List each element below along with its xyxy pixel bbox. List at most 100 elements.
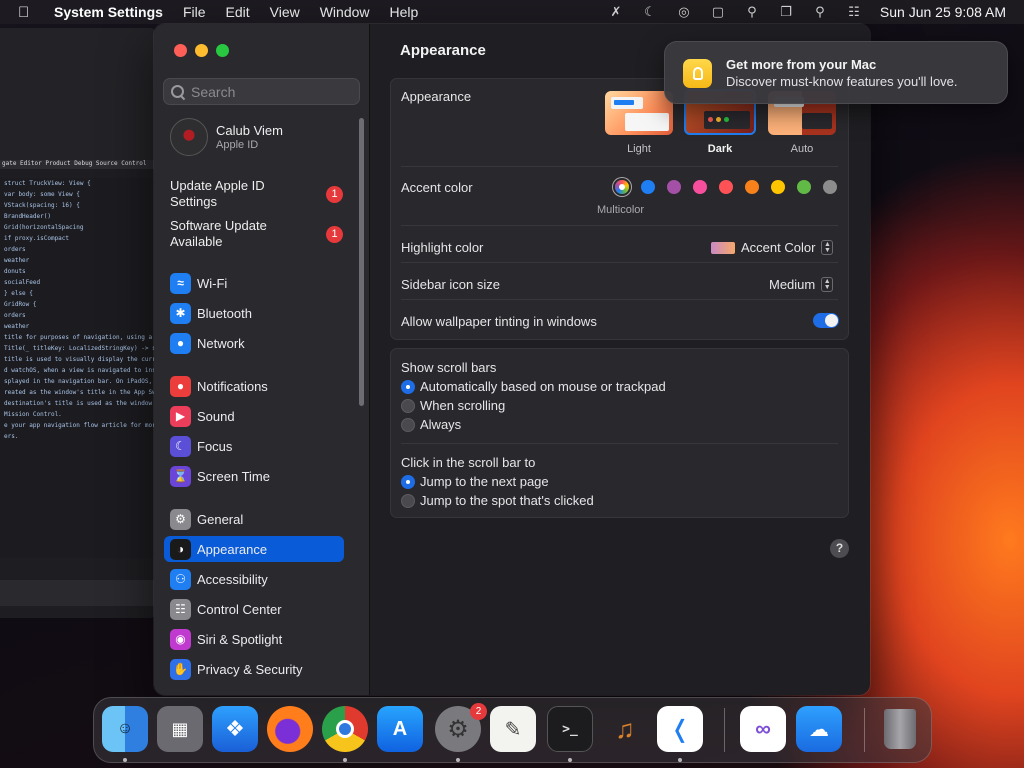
sidebar-search[interactable] — [163, 78, 360, 105]
sidebar-icon-size-value: Medium — [769, 277, 816, 292]
menu-window[interactable]: Window — [320, 4, 370, 20]
menu-clock[interactable]: Sun Jun 25 9:08 AM — [880, 4, 1006, 20]
scroll-when-scrolling-radio[interactable] — [401, 399, 415, 413]
click-next-page-label[interactable]: Jump to the next page — [420, 474, 549, 489]
chrome-icon[interactable] — [322, 706, 368, 752]
scroll-always-label[interactable]: Always — [420, 417, 461, 432]
sidebar-item-label: Notifications — [197, 378, 268, 394]
moon-icon[interactable]: ☾ — [642, 4, 658, 19]
control-center-icon[interactable]: ☷ — [846, 4, 862, 19]
accent-color-swatch[interactable] — [771, 180, 785, 194]
finder-icon[interactable]: ☺ — [102, 706, 148, 752]
menu-file[interactable]: File — [183, 4, 206, 20]
textedit-icon[interactable]: ✎ — [490, 706, 536, 752]
control-center-icon: ☷ — [170, 598, 191, 620]
safari-icon[interactable]: ❖ — [212, 706, 258, 752]
sidebar-item-label: Screen Time — [197, 468, 270, 484]
menu-app-name[interactable]: System Settings — [54, 4, 163, 20]
sidebar-item-general[interactable]: ⚙ General — [164, 506, 344, 532]
accent-color-swatch[interactable] — [745, 180, 759, 194]
system-settings-badge: 2 — [470, 703, 487, 720]
accent-color-swatch[interactable] — [823, 180, 837, 194]
sidebar-item-wi-fi[interactable]: ≈ Wi-Fi — [164, 270, 344, 296]
apple-menu-icon[interactable]:  — [18, 4, 36, 21]
sidebar-scrollbar[interactable] — [359, 118, 364, 406]
accent-color-swatch[interactable] — [667, 180, 681, 194]
firefox-icon[interactable] — [267, 706, 313, 752]
sidebar-item-notifications[interactable]: ● Notifications — [164, 373, 344, 399]
scroll-auto-label[interactable]: Automatically based on mouse or trackpad — [420, 379, 666, 394]
scroll-auto-radio[interactable] — [401, 380, 415, 394]
click-spot-label[interactable]: Jump to the spot that's clicked — [420, 493, 594, 508]
search-icon[interactable]: ⚲ — [812, 4, 828, 19]
highlight-color-select[interactable]: Accent Color ▲ ▼ — [711, 240, 834, 255]
sidebar-item-label: Focus — [197, 438, 233, 454]
display-icon[interactable]: ▢ — [710, 4, 726, 19]
garageband-icon[interactable]: ♫ — [602, 706, 648, 752]
launchpad-icon[interactable]: ▦ — [157, 706, 203, 752]
sidebar-item-accessibility[interactable]: ⚇ Accessibility — [164, 566, 344, 592]
bluetooth-icon: ✱ — [170, 302, 191, 324]
terminal-icon[interactable]: >_ — [547, 706, 593, 752]
scroll-when-scrolling-label[interactable]: When scrolling — [420, 398, 505, 413]
screen-mirroring-icon[interactable]: ❐ — [778, 4, 794, 19]
scroll-always-radio[interactable] — [401, 418, 415, 432]
vscode-icon[interactable]: ❬ — [657, 706, 703, 752]
bolt-slash-icon[interactable]: ✗ — [608, 4, 624, 19]
sidebar-item-control-center[interactable]: ☷ Control Center — [164, 596, 344, 622]
update-apple-id-item[interactable]: Update Apple ID Settings 1 — [170, 178, 350, 210]
sidebar-item-label: Appearance — [197, 541, 268, 557]
xcode-preview-strip — [0, 580, 156, 606]
apple-id-profile[interactable]: Calub Viem Apple ID — [170, 118, 283, 156]
running-indicator — [123, 758, 127, 762]
search-icon — [171, 84, 185, 99]
sidebar-item-focus[interactable]: ☾ Focus — [164, 433, 344, 459]
sidebar-item-appearance[interactable]: ◑ Appearance — [164, 536, 344, 562]
sidebar-item-sound[interactable]: ▶ Sound — [164, 403, 344, 429]
app-store-icon[interactable]: A — [377, 706, 423, 752]
help-button[interactable]: ? — [830, 539, 849, 558]
hand-icon: ✋ — [170, 658, 191, 680]
airdrop-icon[interactable]: ◎ — [676, 4, 692, 19]
visual-studio-icon[interactable]: ∞ — [740, 706, 786, 752]
accent-multicolor-swatch[interactable] — [615, 180, 629, 194]
appearance-light-thumb[interactable] — [605, 91, 673, 135]
search-input[interactable] — [191, 83, 351, 100]
background-xcode-window[interactable]: gate Editor Product Debug Source Control… — [0, 28, 156, 618]
menu-help[interactable]: Help — [390, 4, 419, 20]
siri-icon: ◉ — [170, 628, 191, 650]
menu-edit[interactable]: Edit — [226, 4, 250, 20]
xcode-code-line: GridRow { — [4, 301, 37, 308]
trash-icon[interactable] — [877, 706, 923, 752]
accent-color-swatch[interactable] — [797, 180, 811, 194]
click-spot-radio[interactable] — [401, 494, 415, 508]
xcode-code-line: title for purposes of navigation, using … — [4, 334, 156, 341]
menu-view[interactable]: View — [270, 4, 300, 20]
software-update-item[interactable]: Software Update Available 1 — [170, 218, 350, 250]
xcode-code-line: orders — [4, 312, 26, 319]
accent-color-swatch[interactable] — [641, 180, 655, 194]
xcode-code-line: ers. — [4, 433, 19, 440]
sidebar-icon-size-select[interactable]: Medium ▲ ▼ — [769, 277, 834, 292]
minimize-button[interactable] — [195, 44, 208, 57]
sidebar-item-screen-time[interactable]: ⌛ Screen Time — [164, 463, 344, 489]
sidebar-item-bluetooth[interactable]: ✱ Bluetooth — [164, 300, 344, 326]
zoom-button[interactable] — [216, 44, 229, 57]
system-settings-window: Calub Viem Apple ID Update Apple ID Sett… — [154, 24, 870, 695]
accent-color-swatch[interactable] — [693, 180, 707, 194]
vpn-icon[interactable]: ⚲ — [744, 4, 760, 19]
xcode-menu: gate Editor Product Debug Source Control — [0, 160, 156, 169]
sidebar-item-privacy-security[interactable]: ✋ Privacy & Security — [164, 656, 344, 682]
divider — [401, 299, 838, 300]
tips-notification[interactable]: Get more from your Mac Discover must-kno… — [664, 41, 1008, 104]
accent-color-swatch[interactable] — [719, 180, 733, 194]
xcode-code-line: donuts — [4, 268, 26, 275]
xcode-code-line: Mission Control. — [4, 411, 62, 418]
close-button[interactable] — [174, 44, 187, 57]
running-indicator — [678, 758, 682, 762]
wallpaper-tinting-toggle[interactable] — [813, 313, 839, 328]
click-next-page-radio[interactable] — [401, 475, 415, 489]
weather-icon[interactable]: ☁ — [796, 706, 842, 752]
sidebar-item-siri-spotlight[interactable]: ◉ Siri & Spotlight — [164, 626, 344, 652]
sidebar-item-network[interactable]: ● Network — [164, 330, 344, 356]
